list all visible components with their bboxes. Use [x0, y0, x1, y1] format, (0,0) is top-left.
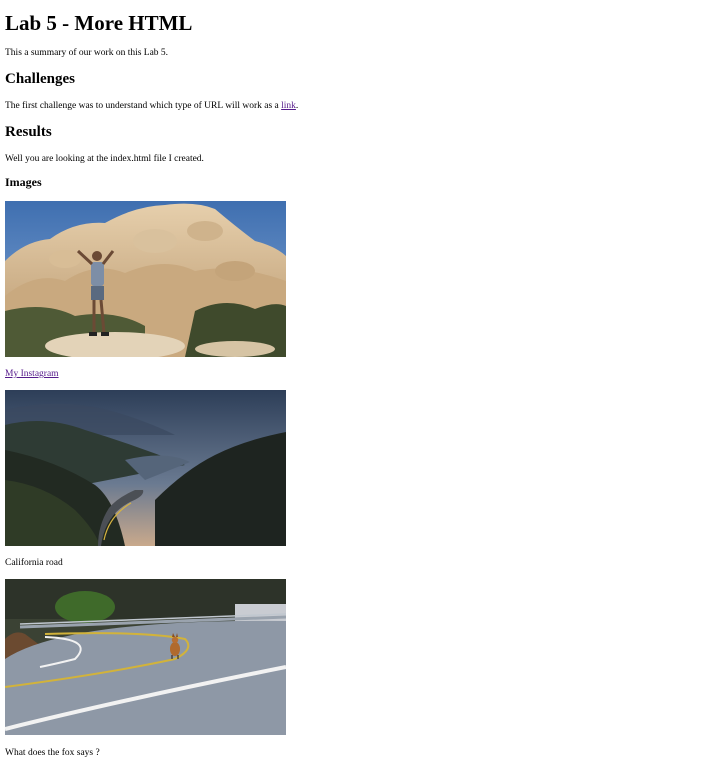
desert-rocks-photo — [5, 201, 286, 357]
intro-text: This a summary of our work on this Lab 5… — [5, 48, 169, 58]
instagram-link[interactable]: My Instagram — [5, 369, 59, 379]
caption-instagram: My Instagram — [5, 369, 59, 379]
results-heading: Results — [5, 124, 52, 140]
challenges-text-after: . — [295, 101, 299, 111]
challenge-link[interactable]: link — [281, 101, 296, 111]
mountain-road-photo — [5, 390, 286, 546]
challenges-heading: Challenges — [5, 71, 76, 87]
challenges-text: The first challenge was to understand wh… — [5, 101, 298, 111]
caption-california-road: California road — [5, 558, 63, 568]
images-heading: Images — [5, 175, 42, 189]
page-title: Lab 5 - More HTML — [5, 11, 193, 35]
challenges-text-before: The first challenge was to understand wh… — [5, 101, 282, 111]
fox-road-photo — [5, 579, 286, 735]
results-text: Well you are looking at the index.html f… — [5, 154, 204, 164]
caption-fox: What does the fox says ? — [5, 748, 100, 758]
